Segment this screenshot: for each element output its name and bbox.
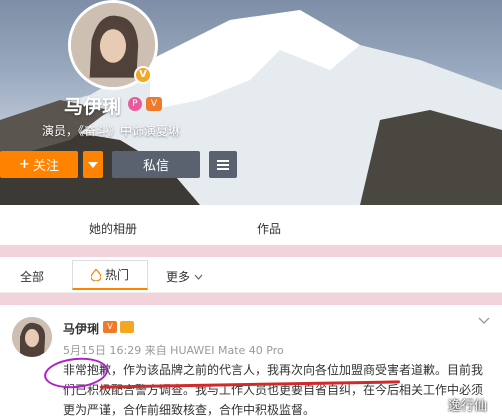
feed-filter-bar: 全部 热门 更多 [0, 257, 502, 293]
fire-icon [90, 268, 101, 281]
post-author-name[interactable]: 马伊琍 [63, 320, 99, 337]
weibo-post: 马伊琍 V 5月15日 16:29 来自 HUAWEI Mate 40 Pro … [0, 305, 502, 418]
post-avatar[interactable] [12, 317, 52, 357]
vip-badge-icon[interactable]: V [103, 321, 117, 333]
filter-hot-label: 热门 [104, 268, 129, 282]
tab-album[interactable]: 她的相册 [89, 220, 137, 237]
section-divider [0, 293, 502, 305]
profile-subtitle: 演员，《奋斗》中饰演夏琳 [42, 124, 181, 138]
member-badge-icon[interactable]: P [128, 97, 142, 111]
chevron-down-icon [88, 161, 98, 168]
message-label: 私信 [142, 159, 169, 174]
message-button[interactable]: 私信 [112, 151, 200, 178]
chevron-down-icon [194, 274, 203, 280]
crown-badge-icon[interactable] [120, 321, 134, 333]
post-content: 非常抱歉，作为该品牌之前的代言人，我再次向各位加盟商受害者道歉。目前我 们已积极… [63, 360, 493, 420]
filter-more[interactable]: 更多 [166, 268, 203, 285]
verified-icon: V [134, 66, 152, 84]
filter-all[interactable]: 全部 [20, 268, 44, 285]
avatar-photo-icon [12, 317, 52, 357]
filter-hot[interactable]: 热门 [72, 260, 148, 290]
follow-dropdown-button[interactable] [83, 151, 103, 178]
follow-label: 关注 [32, 159, 59, 174]
follow-button[interactable]: + 关注 [0, 151, 78, 178]
chevron-down-icon[interactable] [478, 317, 490, 325]
profile-tabs: 她的相册 作品 [0, 205, 502, 245]
profile-name: 马伊琍 [64, 96, 122, 118]
plus-icon: + [19, 157, 30, 172]
vip-badge-icon[interactable]: V [146, 97, 162, 111]
tab-works[interactable]: 作品 [257, 220, 281, 237]
watermark: 逸行仙 [448, 399, 488, 414]
menu-icon [217, 159, 229, 170]
more-menu-button[interactable] [209, 151, 237, 178]
filter-more-label: 更多 [166, 270, 191, 284]
post-meta: 5月15日 16:29 来自 HUAWEI Mate 40 Pro [63, 344, 284, 357]
post-line: 更为严谨，合作前细致核查，合作中积极监督。 [63, 403, 316, 417]
section-divider [0, 245, 502, 257]
post-line: 非常抱歉，作为该品牌之前的代言人，我再次向各位加盟商受害者道歉。目前我 [63, 363, 484, 377]
